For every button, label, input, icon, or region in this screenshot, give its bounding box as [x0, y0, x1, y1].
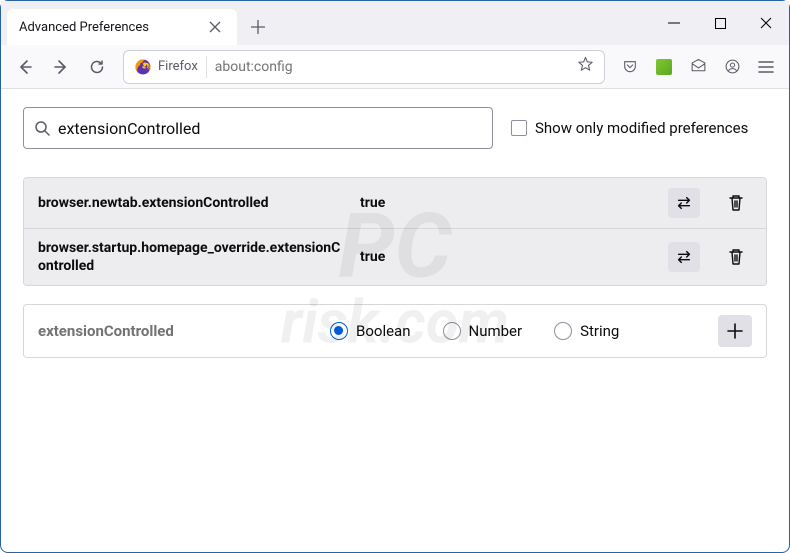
arrow-left-icon	[17, 59, 33, 75]
pref-row: browser.startup.homepage_override.extens…	[24, 228, 766, 285]
radio-icon	[554, 322, 572, 340]
checkbox-icon	[511, 120, 527, 136]
profile-button[interactable]	[717, 52, 747, 82]
pocket-button[interactable]	[615, 52, 645, 82]
extension-button[interactable]	[649, 52, 679, 82]
radio-icon	[330, 322, 348, 340]
search-input[interactable]	[58, 119, 482, 138]
search-row: Show only modified preferences	[23, 107, 767, 149]
pref-value: true	[360, 195, 656, 211]
new-tab-button[interactable]	[243, 12, 273, 42]
about-config-content: Show only modified preferences browser.n…	[1, 89, 789, 376]
minimize-icon	[668, 17, 680, 29]
bookmark-star-button[interactable]	[577, 56, 594, 77]
firefox-logo-icon	[134, 58, 152, 76]
prefs-table: browser.newtab.extensionControlled true …	[23, 177, 767, 286]
addressbar[interactable]: Firefox about:config	[123, 50, 605, 84]
maximize-icon	[715, 18, 726, 29]
show-modified-checkbox[interactable]: Show only modified preferences	[511, 119, 748, 137]
add-pref-button[interactable]	[718, 315, 752, 347]
delete-button[interactable]	[720, 188, 752, 218]
pref-row: browser.newtab.extensionControlled true	[24, 178, 766, 228]
identity-box[interactable]: Firefox	[130, 56, 207, 78]
radio-boolean[interactable]: Boolean	[330, 322, 411, 340]
back-button[interactable]	[9, 51, 41, 83]
window-titlebar: Advanced Preferences	[1, 1, 789, 45]
identity-label: Firefox	[158, 59, 198, 74]
search-icon	[34, 120, 50, 136]
radio-icon	[443, 322, 461, 340]
close-icon	[760, 17, 772, 29]
radio-string[interactable]: String	[554, 322, 619, 340]
app-menu-button[interactable]	[751, 52, 781, 82]
reload-icon	[89, 59, 105, 75]
toggle-button[interactable]	[668, 242, 700, 272]
window-controls	[651, 1, 789, 45]
mail-button[interactable]	[683, 52, 713, 82]
reload-button[interactable]	[81, 51, 113, 83]
url-text: about:config	[215, 59, 575, 75]
checkbox-label: Show only modified preferences	[535, 119, 748, 137]
tab-title: Advanced Preferences	[19, 20, 149, 35]
plus-icon	[727, 323, 743, 339]
hamburger-icon	[758, 59, 774, 75]
extension-icon	[656, 59, 672, 75]
toggle-icon	[675, 195, 693, 211]
new-pref-name: extensionControlled	[38, 322, 318, 340]
new-pref-row: extensionControlled Boolean Number Strin…	[23, 304, 767, 358]
arrow-right-icon	[53, 59, 69, 75]
profile-icon	[724, 58, 741, 75]
close-icon	[209, 21, 221, 33]
browser-toolbar: Firefox about:config	[1, 45, 789, 89]
radio-label: Boolean	[356, 322, 411, 340]
mail-icon	[690, 58, 707, 75]
pref-value: true	[360, 249, 656, 265]
toggle-icon	[675, 249, 693, 265]
minimize-button[interactable]	[651, 1, 697, 45]
pocket-icon	[622, 59, 638, 75]
star-icon	[577, 56, 594, 73]
trash-icon	[728, 194, 744, 212]
close-tab-button[interactable]	[205, 17, 225, 37]
radio-label: String	[580, 322, 619, 340]
radio-label: Number	[469, 322, 523, 340]
plus-icon	[251, 20, 265, 34]
toggle-button[interactable]	[668, 188, 700, 218]
forward-button[interactable]	[45, 51, 77, 83]
radio-number[interactable]: Number	[443, 322, 523, 340]
close-window-button[interactable]	[743, 1, 789, 45]
search-box	[23, 107, 493, 149]
trash-icon	[728, 248, 744, 266]
type-radio-group: Boolean Number String	[330, 322, 706, 340]
browser-tab[interactable]: Advanced Preferences	[7, 9, 237, 45]
maximize-button[interactable]	[697, 1, 743, 45]
pref-name: browser.newtab.extensionControlled	[38, 194, 348, 212]
delete-button[interactable]	[720, 242, 752, 272]
pref-name: browser.startup.homepage_override.extens…	[38, 239, 348, 275]
